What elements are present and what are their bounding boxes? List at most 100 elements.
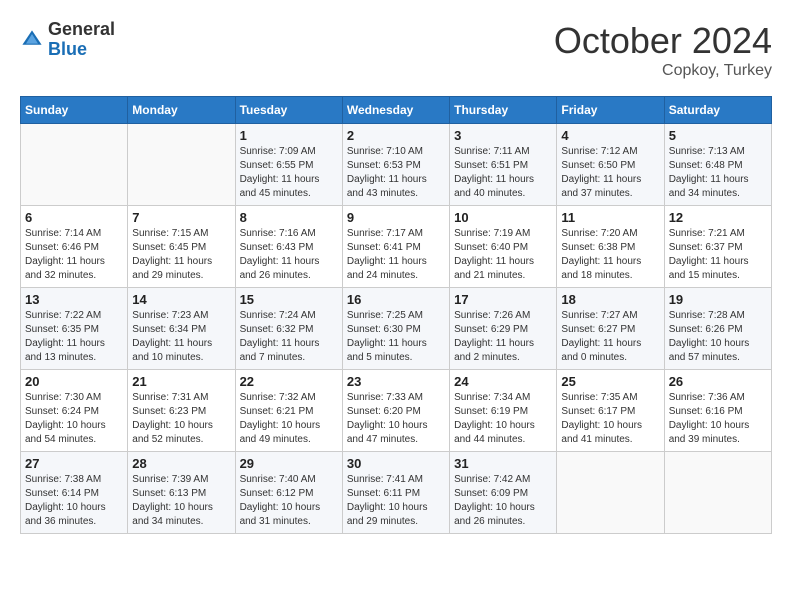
month-title: October 2024 <box>554 20 772 62</box>
day-info: Sunrise: 7:10 AM Sunset: 6:53 PM Dayligh… <box>347 145 445 201</box>
day-info: Sunrise: 7:19 AM Sunset: 6:40 PM Dayligh… <box>454 227 552 283</box>
calendar-cell: 15 Sunrise: 7:24 AM Sunset: 6:32 PM Dayli… <box>235 288 342 370</box>
header-row: SundayMondayTuesdayWednesdayThursdayFrid… <box>21 97 772 124</box>
day-info: Sunrise: 7:16 AM Sunset: 6:43 PM Dayligh… <box>240 227 338 283</box>
calendar-cell: 5 Sunrise: 7:13 AM Sunset: 6:48 PM Daylig… <box>664 124 771 206</box>
calendar-cell: 27 Sunrise: 7:38 AM Sunset: 6:14 PM Dayli… <box>21 452 128 534</box>
day-info: Sunrise: 7:28 AM Sunset: 6:26 PM Dayligh… <box>669 309 767 365</box>
logo: General Blue <box>20 20 115 60</box>
day-number: 25 <box>561 374 659 389</box>
calendar-cell: 20Sunrise: 7:30 AM Sunset: 6:24 PM Dayli… <box>21 370 128 452</box>
calendar-cell: 13 Sunrise: 7:22 AM Sunset: 6:35 PM Dayli… <box>21 288 128 370</box>
day-info: Sunrise: 7:41 AM Sunset: 6:11 PM Dayligh… <box>347 473 445 529</box>
day-info: Sunrise: 7:24 AM Sunset: 6:32 PM Dayligh… <box>240 309 338 365</box>
calendar-cell: 3 Sunrise: 7:11 AM Sunset: 6:51 PM Daylig… <box>450 124 557 206</box>
day-number: 11 <box>561 210 659 225</box>
day-info: Sunrise: 7:42 AM Sunset: 6:09 PM Dayligh… <box>454 473 552 529</box>
day-number: 21 <box>132 374 230 389</box>
week-row-5: 27 Sunrise: 7:38 AM Sunset: 6:14 PM Dayli… <box>21 452 772 534</box>
calendar-cell: 18 Sunrise: 7:27 AM Sunset: 6:27 PM Dayli… <box>557 288 664 370</box>
day-info: Sunrise: 7:40 AM Sunset: 6:12 PM Dayligh… <box>240 473 338 529</box>
day-number: 31 <box>454 456 552 471</box>
header-day-tuesday: Tuesday <box>235 97 342 124</box>
day-number: 22 <box>240 374 338 389</box>
calendar-cell: 26Sunrise: 7:36 AM Sunset: 6:16 PM Dayli… <box>664 370 771 452</box>
calendar-body: 1 Sunrise: 7:09 AM Sunset: 6:55 PM Daylig… <box>21 124 772 534</box>
day-info: Sunrise: 7:09 AM Sunset: 6:55 PM Dayligh… <box>240 145 338 201</box>
day-number: 7 <box>132 210 230 225</box>
day-number: 5 <box>669 128 767 143</box>
header-day-sunday: Sunday <box>21 97 128 124</box>
day-info: Sunrise: 7:34 AM Sunset: 6:19 PM Dayligh… <box>454 391 552 447</box>
day-number: 27 <box>25 456 123 471</box>
calendar-cell: 30 Sunrise: 7:41 AM Sunset: 6:11 PM Dayli… <box>342 452 449 534</box>
day-number: 14 <box>132 292 230 307</box>
day-number: 13 <box>25 292 123 307</box>
day-info: Sunrise: 7:12 AM Sunset: 6:50 PM Dayligh… <box>561 145 659 201</box>
day-number: 4 <box>561 128 659 143</box>
week-row-4: 20Sunrise: 7:30 AM Sunset: 6:24 PM Dayli… <box>21 370 772 452</box>
day-info: Sunrise: 7:20 AM Sunset: 6:38 PM Dayligh… <box>561 227 659 283</box>
calendar-cell: 21Sunrise: 7:31 AM Sunset: 6:23 PM Dayli… <box>128 370 235 452</box>
day-number: 23 <box>347 374 445 389</box>
calendar-header: SundayMondayTuesdayWednesdayThursdayFrid… <box>21 97 772 124</box>
calendar-cell: 12Sunrise: 7:21 AM Sunset: 6:37 PM Dayli… <box>664 206 771 288</box>
day-number: 12 <box>669 210 767 225</box>
day-number: 24 <box>454 374 552 389</box>
calendar-cell: 14Sunrise: 7:23 AM Sunset: 6:34 PM Dayli… <box>128 288 235 370</box>
day-info: Sunrise: 7:13 AM Sunset: 6:48 PM Dayligh… <box>669 145 767 201</box>
day-info: Sunrise: 7:17 AM Sunset: 6:41 PM Dayligh… <box>347 227 445 283</box>
day-number: 18 <box>561 292 659 307</box>
day-info: Sunrise: 7:26 AM Sunset: 6:29 PM Dayligh… <box>454 309 552 365</box>
day-info: Sunrise: 7:11 AM Sunset: 6:51 PM Dayligh… <box>454 145 552 201</box>
header-day-saturday: Saturday <box>664 97 771 124</box>
logo-icon <box>20 28 44 52</box>
day-number: 30 <box>347 456 445 471</box>
logo-general: General <box>48 20 115 40</box>
location-subtitle: Copkoy, Turkey <box>554 62 772 80</box>
day-info: Sunrise: 7:22 AM Sunset: 6:35 PM Dayligh… <box>25 309 123 365</box>
day-number: 9 <box>347 210 445 225</box>
calendar-table: SundayMondayTuesdayWednesdayThursdayFrid… <box>20 96 772 534</box>
day-number: 17 <box>454 292 552 307</box>
calendar-cell: 17 Sunrise: 7:26 AM Sunset: 6:29 PM Dayli… <box>450 288 557 370</box>
day-number: 3 <box>454 128 552 143</box>
day-number: 1 <box>240 128 338 143</box>
day-info: Sunrise: 7:15 AM Sunset: 6:45 PM Dayligh… <box>132 227 230 283</box>
calendar-cell: 11 Sunrise: 7:20 AM Sunset: 6:38 PM Dayli… <box>557 206 664 288</box>
calendar-cell: 1 Sunrise: 7:09 AM Sunset: 6:55 PM Daylig… <box>235 124 342 206</box>
header-day-thursday: Thursday <box>450 97 557 124</box>
calendar-cell: 10Sunrise: 7:19 AM Sunset: 6:40 PM Dayli… <box>450 206 557 288</box>
calendar-cell <box>664 452 771 534</box>
calendar-cell <box>557 452 664 534</box>
calendar-cell: 23Sunrise: 7:33 AM Sunset: 6:20 PM Dayli… <box>342 370 449 452</box>
header-day-wednesday: Wednesday <box>342 97 449 124</box>
calendar-cell: 4 Sunrise: 7:12 AM Sunset: 6:50 PM Daylig… <box>557 124 664 206</box>
day-info: Sunrise: 7:38 AM Sunset: 6:14 PM Dayligh… <box>25 473 123 529</box>
calendar-cell: 9 Sunrise: 7:17 AM Sunset: 6:41 PM Daylig… <box>342 206 449 288</box>
day-number: 26 <box>669 374 767 389</box>
week-row-3: 13 Sunrise: 7:22 AM Sunset: 6:35 PM Dayli… <box>21 288 772 370</box>
day-info: Sunrise: 7:32 AM Sunset: 6:21 PM Dayligh… <box>240 391 338 447</box>
calendar-cell: 8Sunrise: 7:16 AM Sunset: 6:43 PM Daylig… <box>235 206 342 288</box>
calendar-cell: 22 Sunrise: 7:32 AM Sunset: 6:21 PM Dayli… <box>235 370 342 452</box>
calendar-cell: 25 Sunrise: 7:35 AM Sunset: 6:17 PM Dayli… <box>557 370 664 452</box>
page-header: General Blue October 2024 Copkoy, Turkey <box>20 20 772 80</box>
day-info: Sunrise: 7:27 AM Sunset: 6:27 PM Dayligh… <box>561 309 659 365</box>
day-number: 20 <box>25 374 123 389</box>
header-day-monday: Monday <box>128 97 235 124</box>
logo-blue: Blue <box>48 40 115 60</box>
day-number: 15 <box>240 292 338 307</box>
calendar-cell: 31 Sunrise: 7:42 AM Sunset: 6:09 PM Dayli… <box>450 452 557 534</box>
calendar-cell: 7 Sunrise: 7:15 AM Sunset: 6:45 PM Daylig… <box>128 206 235 288</box>
calendar-cell: 16Sunrise: 7:25 AM Sunset: 6:30 PM Dayli… <box>342 288 449 370</box>
day-number: 28 <box>132 456 230 471</box>
calendar-cell: 28 Sunrise: 7:39 AM Sunset: 6:13 PM Dayli… <box>128 452 235 534</box>
calendar-cell: 24 Sunrise: 7:34 AM Sunset: 6:19 PM Dayli… <box>450 370 557 452</box>
calendar-cell: 29Sunrise: 7:40 AM Sunset: 6:12 PM Dayli… <box>235 452 342 534</box>
day-info: Sunrise: 7:39 AM Sunset: 6:13 PM Dayligh… <box>132 473 230 529</box>
calendar-cell <box>21 124 128 206</box>
day-info: Sunrise: 7:35 AM Sunset: 6:17 PM Dayligh… <box>561 391 659 447</box>
calendar-cell: 2Sunrise: 7:10 AM Sunset: 6:53 PM Daylig… <box>342 124 449 206</box>
calendar-cell: 19Sunrise: 7:28 AM Sunset: 6:26 PM Dayli… <box>664 288 771 370</box>
